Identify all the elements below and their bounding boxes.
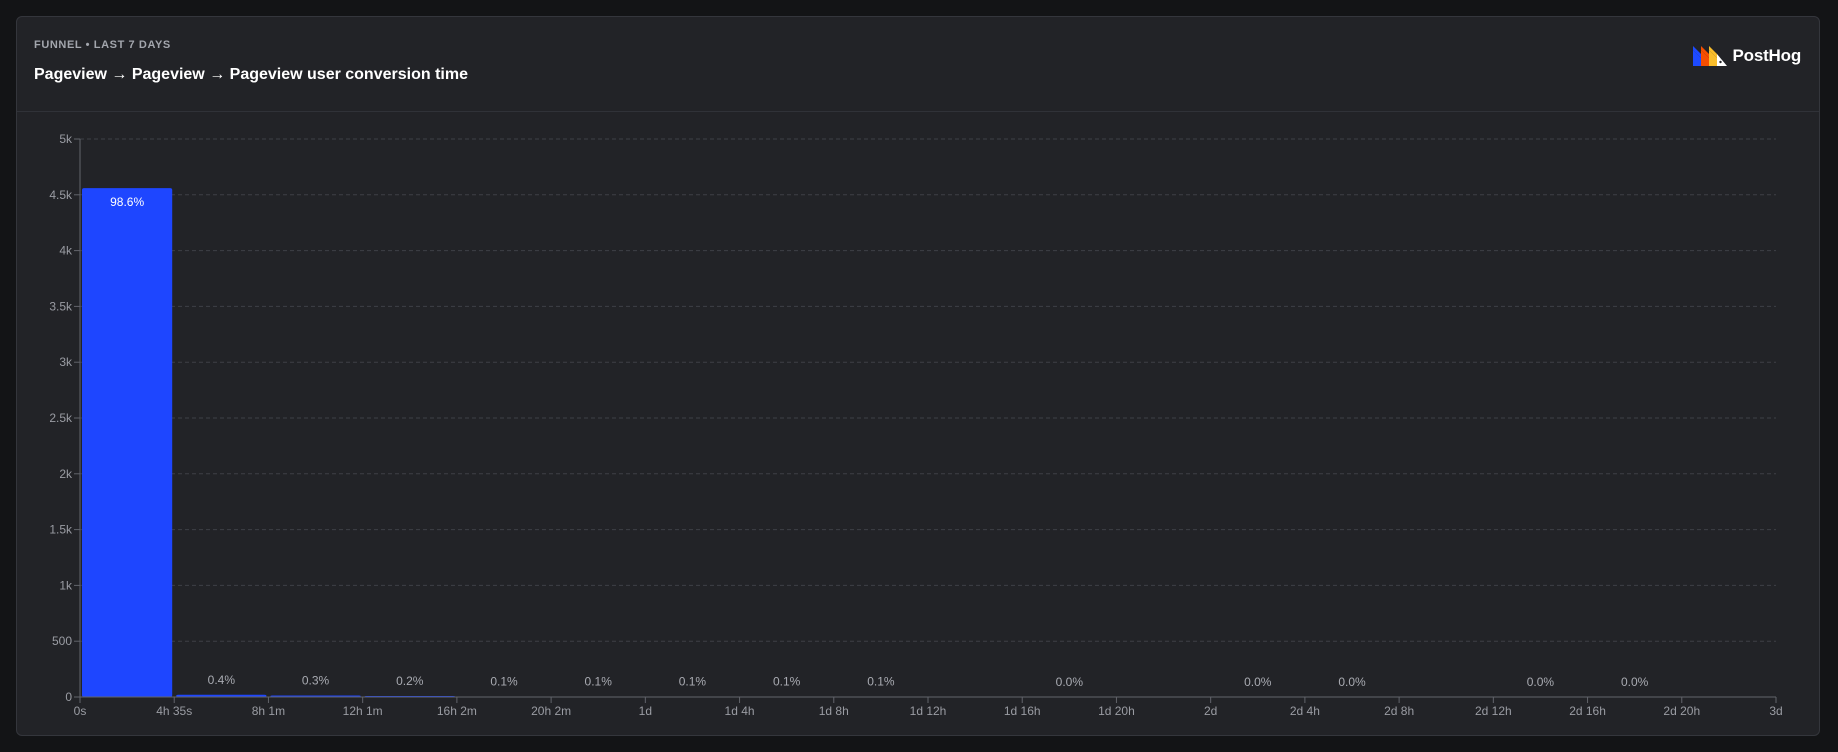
bar-percent-label: 0.0%: [1621, 675, 1649, 689]
x-tick-label: 1d 4h: [725, 704, 755, 718]
x-tick-label: 1d 12h: [910, 704, 947, 718]
bar-percent-label: 0.0%: [1527, 675, 1555, 689]
bar-percent-label: 0.3%: [302, 674, 330, 688]
x-axis: 0s 4h 35s 8h 1m 12h 1m 16h 2m 20h 2m 1d 1d 4h 1d…: [74, 696, 1783, 718]
bar-percent-label: 0.0%: [1338, 675, 1366, 689]
y-tick-label: 1.5k: [49, 523, 73, 537]
y-tick-label: 2.5k: [49, 411, 73, 425]
conversion-time-chart: 0 500 1k 1.5k 2k 2.5k 3k 3.5k 4k 4.5k 5k 0s 4h 35s 8…: [49, 132, 1783, 718]
bar-percent-label: 0.4%: [208, 673, 236, 687]
bar-percent-label: 0.1%: [867, 675, 895, 689]
y-tick-label: 1k: [59, 578, 73, 592]
y-tick-label: 5k: [59, 132, 73, 146]
x-tick-label: 1d 20h: [1098, 704, 1135, 718]
bar-percent-label: 0.2%: [396, 674, 424, 688]
x-tick-label: 2d 12h: [1475, 704, 1512, 718]
chart-gridlines: [80, 138, 1776, 642]
bar-percent-label: 0.1%: [585, 675, 613, 689]
bar-labels: 98.6% 0.4% 0.3% 0.2% 0.1% 0.1% 0.1% 0.1% 0.1% 0.0…: [110, 195, 1649, 689]
y-tick-label: 4k: [59, 244, 73, 258]
x-tick-label: 2d 16h: [1569, 704, 1606, 718]
x-tick-label: 1d 16h: [1004, 704, 1041, 718]
y-tick-label: 3.5k: [49, 299, 73, 313]
chart-bars: [82, 188, 1680, 697]
x-tick-label: 1d 8h: [819, 704, 849, 718]
x-tick-label: 1d: [639, 704, 652, 718]
bar-percent-label: 98.6%: [110, 195, 144, 209]
bar-percent-label: 0.0%: [1056, 675, 1084, 689]
x-tick-label: 20h 2m: [531, 704, 571, 718]
bar: [82, 188, 173, 697]
y-tick-label: 4.5k: [49, 188, 73, 202]
x-tick-label: 0s: [74, 704, 87, 718]
x-tick-label: 8h 1m: [252, 704, 285, 718]
bar-percent-label: 0.1%: [679, 675, 707, 689]
y-tick-label: 3k: [59, 355, 73, 369]
bar-percent-label: 0.1%: [773, 675, 801, 689]
bar-percent-label: 0.0%: [1244, 675, 1272, 689]
x-tick-label: 2d 4h: [1290, 704, 1320, 718]
x-tick-label: 2d 8h: [1384, 704, 1414, 718]
y-tick-label: 2k: [59, 467, 73, 481]
x-tick-label: 2d 20h: [1663, 704, 1700, 718]
x-tick-label: 3d: [1769, 704, 1782, 718]
x-tick-label: 16h 2m: [437, 704, 477, 718]
x-tick-label: 4h 35s: [156, 704, 192, 718]
y-tick-label: 0: [65, 690, 72, 704]
x-tick-label: 2d: [1204, 704, 1217, 718]
y-tick-label: 500: [52, 634, 72, 648]
y-axis: 0 500 1k 1.5k 2k 2.5k 3k 3.5k 4k 4.5k 5k: [49, 132, 81, 704]
x-tick-label: 12h 1m: [343, 704, 383, 718]
bar-percent-label: 0.1%: [490, 674, 518, 688]
